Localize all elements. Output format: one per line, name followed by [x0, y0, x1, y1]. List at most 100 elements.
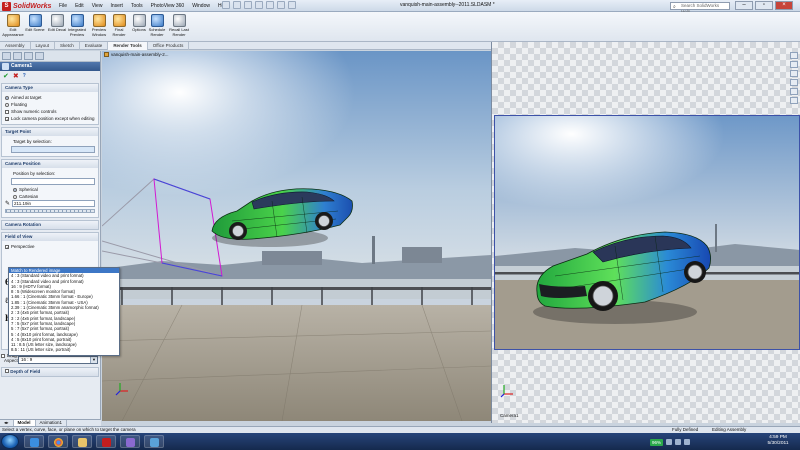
solidworks-logo[interactable]: S SolidWorks [2, 1, 54, 11]
chrome-icon [53, 438, 63, 447]
radio-unselected-icon [5, 102, 9, 107]
property-manager-panel: Camera1 ✔ ✖ ? Camera Type Aimed at targe… [0, 51, 101, 420]
depth-of-field-group: Depth of Field [1, 367, 99, 377]
menu-tools[interactable]: Tools [130, 3, 144, 9]
radio-spherical[interactable]: Spherical [5, 186, 95, 193]
lock-position-checkbox[interactable]: ✓ Lock camera position except when editin… [5, 115, 95, 122]
help-search-input[interactable]: ⌕ Search SolidWorks Help [670, 2, 730, 14]
folder-icon [77, 438, 87, 447]
options-gear-icon[interactable] [288, 1, 296, 9]
quick-access-toolbar [222, 1, 296, 9]
camera-type-header[interactable]: Camera Type [2, 84, 98, 92]
tab-sketch[interactable]: Sketch [55, 42, 80, 50]
undo-icon[interactable] [266, 1, 274, 9]
status-bar: Select a vertex, curve, face, or plane o… [0, 426, 800, 433]
menu-view[interactable]: View [91, 3, 104, 9]
position-selection-box[interactable] [11, 178, 95, 185]
schedule-render-button[interactable]: Schedule Render [146, 14, 168, 37]
perspective-checkbox[interactable]: ✓ Perspective [5, 243, 95, 250]
recall-render-icon [172, 14, 186, 27]
close-button[interactable]: × [775, 1, 793, 10]
menu-file[interactable]: File [58, 3, 68, 9]
tab-render-tools[interactable]: Render Tools [108, 42, 148, 50]
graphics-viewport[interactable] [102, 51, 491, 421]
target-selection-box[interactable] [11, 146, 95, 153]
tab-evaluate[interactable]: Evaluate [80, 42, 109, 50]
radio-aimed-at-target[interactable]: Aimed at target [5, 94, 95, 101]
minimize-button[interactable]: – [735, 1, 753, 10]
taskbar-solidworks[interactable] [96, 435, 116, 448]
taskbar-app-6[interactable] [144, 435, 164, 448]
menu-edit[interactable]: Edit [74, 3, 85, 9]
show-numeric-checkbox[interactable]: Show numeric controls [5, 108, 95, 115]
custom-properties-icon[interactable] [790, 97, 798, 104]
design-library-icon[interactable] [790, 61, 798, 68]
aspect-ratio-option[interactable]: 8.5 : 11 (US letter size, portrait) [9, 347, 119, 352]
file-explorer-icon[interactable] [790, 70, 798, 77]
manager-tabs [0, 51, 100, 62]
volume-icon[interactable] [675, 439, 682, 445]
configuration-manager-tab-icon[interactable] [24, 52, 33, 60]
display-manager-tab-icon[interactable] [35, 52, 44, 60]
document-title: vanquish-main-assembly--2011.SLDASM * [400, 2, 495, 8]
app-icon [125, 438, 135, 447]
solidworks-resources-icon[interactable] [790, 52, 798, 59]
print-icon[interactable] [255, 1, 263, 9]
aspect-ratio-combo[interactable]: 16 : 9 ▼ [18, 356, 98, 364]
camera-type-group: Camera Type Aimed at target Floating Sho… [1, 83, 99, 125]
integrated-preview-button[interactable]: Integrated Preview [66, 14, 88, 37]
tab-office-products[interactable]: Office Products [148, 42, 190, 50]
maximize-button[interactable]: ▫ [755, 1, 773, 10]
edit-decal-button[interactable]: Edit Decal [46, 14, 68, 33]
view-palette-icon[interactable] [790, 79, 798, 86]
camera-view-preview [494, 115, 800, 350]
radio-floating[interactable]: Floating [5, 101, 95, 108]
solidworks-logo-icon: S [2, 1, 11, 11]
task-pane-tabs [790, 52, 800, 112]
taskbar-chrome[interactable] [48, 435, 68, 448]
taskbar-ie[interactable] [24, 435, 44, 448]
edit-appearance-button[interactable]: Edit Appearance [2, 14, 24, 37]
battery-indicator[interactable]: 96% [650, 438, 664, 446]
distance-field[interactable]: ✎ 211.19in [5, 200, 95, 207]
tab-assembly[interactable]: Assembly [0, 42, 31, 50]
windows-start-button[interactable] [1, 434, 19, 449]
distance-slider[interactable] [5, 209, 95, 213]
final-render-button[interactable]: Final Render [108, 14, 130, 37]
recall-last-render-button[interactable]: Recall Last Render [168, 14, 190, 37]
new-document-icon[interactable] [222, 1, 230, 9]
tab-layout[interactable]: Layout [31, 42, 56, 50]
appearances-icon[interactable] [790, 88, 798, 95]
cancel-x-icon[interactable]: ✖ [13, 72, 19, 80]
menu-photoview[interactable]: PhotoView 360 [150, 3, 186, 9]
taskbar-app-5[interactable] [120, 435, 140, 448]
menu-window[interactable]: Window [191, 3, 211, 9]
flag-icon[interactable] [684, 439, 691, 445]
field-of-view-header[interactable]: Field of View [2, 233, 98, 241]
property-manager-title: Camera1 [0, 62, 100, 71]
camera-position-header[interactable]: Camera Position [2, 160, 98, 168]
target-point-header[interactable]: Target Point [2, 128, 98, 136]
camera-rotation-header[interactable]: Camera Rotation [2, 221, 98, 229]
feature-tree-flyout[interactable]: vanquish-main-assembly-2... [104, 52, 169, 57]
help-icon[interactable]: ? [23, 73, 26, 79]
menu-insert[interactable]: Insert [109, 3, 124, 9]
feature-tree-tab-icon[interactable] [2, 52, 11, 60]
chevron-down-icon[interactable]: ▼ [90, 357, 97, 363]
preview-window-button[interactable]: Preview Window [88, 14, 110, 37]
checkbox-icon [5, 109, 9, 114]
radio-cartesian[interactable]: Cartesian [5, 193, 95, 200]
edit-scene-button[interactable]: Edit Scene [24, 14, 46, 33]
aspect-ratio-dropdown-list[interactable]: Match to Rendered image 4 : 3 (Standard v… [8, 267, 120, 356]
property-manager-tab-icon[interactable] [13, 52, 22, 60]
target-point-group: Target Point Target by selection: [1, 127, 99, 157]
taskbar-clock[interactable]: 4:59 PM 5/30/2011 [760, 435, 796, 447]
depth-of-field-header[interactable]: Depth of Field [2, 368, 98, 376]
options-icon [132, 14, 146, 27]
ok-check-icon[interactable]: ✔ [3, 72, 9, 80]
network-icon[interactable] [666, 439, 673, 445]
rebuild-icon[interactable] [277, 1, 285, 9]
open-icon[interactable] [233, 1, 241, 9]
taskbar-explorer[interactable] [72, 435, 92, 448]
save-icon[interactable] [244, 1, 252, 9]
